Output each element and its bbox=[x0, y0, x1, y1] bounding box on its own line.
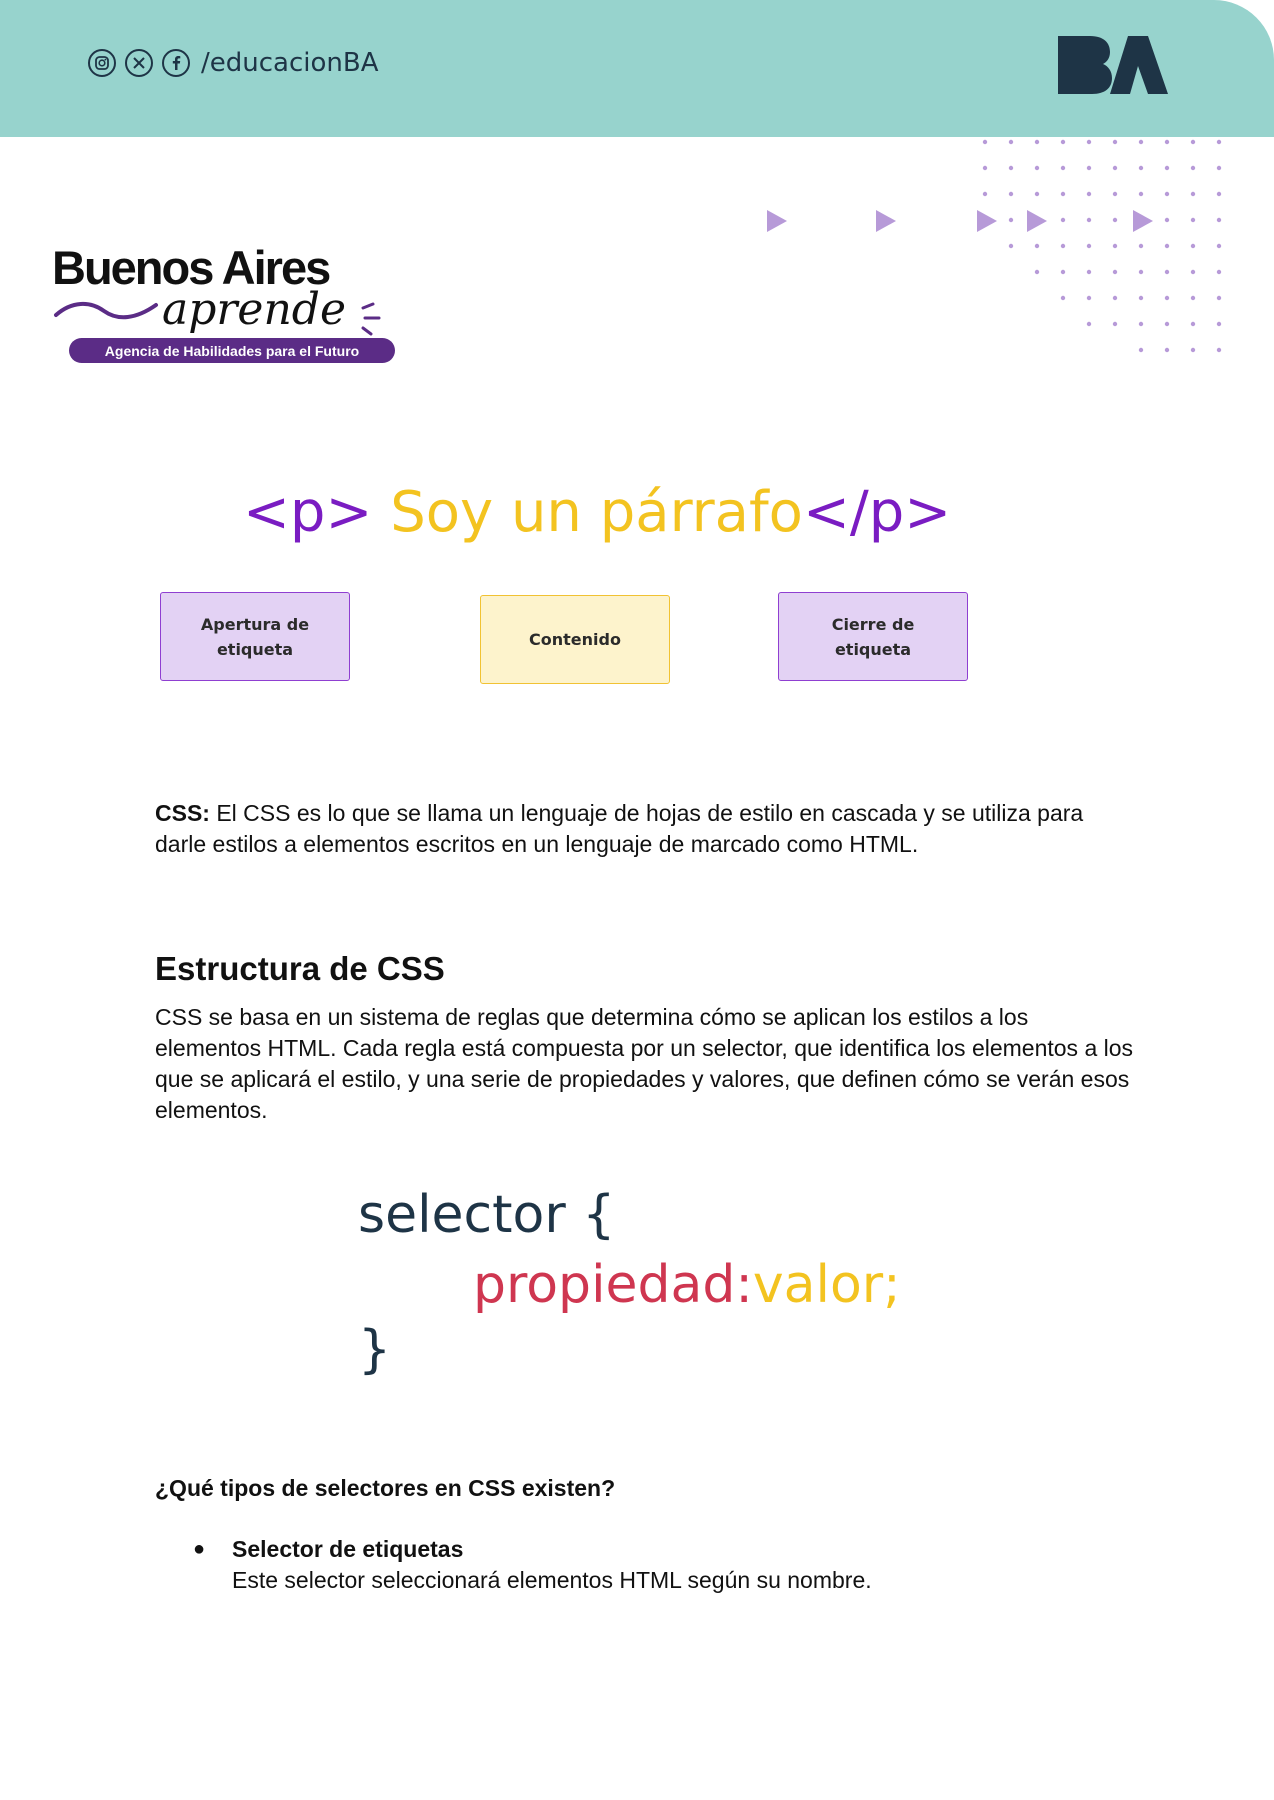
facebook-icon[interactable] bbox=[162, 49, 190, 77]
selectors-question: ¿Qué tipos de selectores en CSS existen? bbox=[155, 1475, 616, 1501]
css-definition-label: CSS: bbox=[155, 800, 210, 826]
social-links: /educacionBA bbox=[88, 48, 379, 78]
css-declaration: propiedad:valor; bbox=[473, 1255, 901, 1315]
css-close-brace: } bbox=[358, 1320, 392, 1380]
open-tag: <p> bbox=[243, 480, 373, 545]
list-item-description: Este selector seleccionará elementos HTM… bbox=[232, 1567, 872, 1593]
social-handle[interactable]: /educacionBA bbox=[201, 48, 379, 78]
x-icon[interactable] bbox=[125, 49, 153, 77]
open-tag-box: Apertura de etiqueta bbox=[160, 592, 350, 681]
list-item-title: Selector de etiquetas bbox=[232, 1536, 464, 1562]
page-header: /educacionBA bbox=[0, 0, 1274, 137]
brand-subtitle: aprende bbox=[162, 284, 347, 335]
section-heading: Estructura de CSS bbox=[155, 950, 445, 987]
close-tag-box: Cierre de etiqueta bbox=[778, 592, 968, 681]
brand-swoosh bbox=[54, 302, 158, 320]
content-box: Contenido bbox=[480, 595, 670, 684]
css-value: valor; bbox=[752, 1255, 901, 1315]
ba-logo bbox=[1058, 36, 1168, 94]
structure-body: CSS se basa en un sistema de reglas que … bbox=[155, 1004, 1134, 1123]
open-tag-box-label: Apertura de etiqueta bbox=[200, 614, 310, 659]
decorative-triangles bbox=[767, 210, 997, 232]
css-selector-line: selector { bbox=[358, 1185, 616, 1245]
decorative-dots bbox=[982, 139, 1222, 353]
content-box-label: Contenido bbox=[529, 630, 621, 649]
css-definition-text: El CSS es lo que se llama un lenguaje de… bbox=[155, 800, 1084, 857]
tag-content: Soy un párrafo bbox=[372, 480, 803, 545]
css-definition: CSS: El CSS es lo que se llama un lengua… bbox=[155, 798, 1135, 860]
html-example: <p> Soy un párrafo</p> bbox=[243, 480, 951, 545]
close-tag-box-label: Cierre de etiqueta bbox=[831, 614, 915, 659]
list-bullet: ● bbox=[193, 1538, 206, 1560]
css-property: propiedad: bbox=[473, 1255, 753, 1315]
brand-sparks bbox=[361, 302, 381, 336]
brand-tagline: Agencia de Habilidades para el Futuro bbox=[69, 338, 395, 363]
decorative-triangles-right bbox=[1027, 210, 1153, 232]
close-tag: </p> bbox=[802, 480, 952, 545]
instagram-icon[interactable] bbox=[88, 49, 116, 77]
